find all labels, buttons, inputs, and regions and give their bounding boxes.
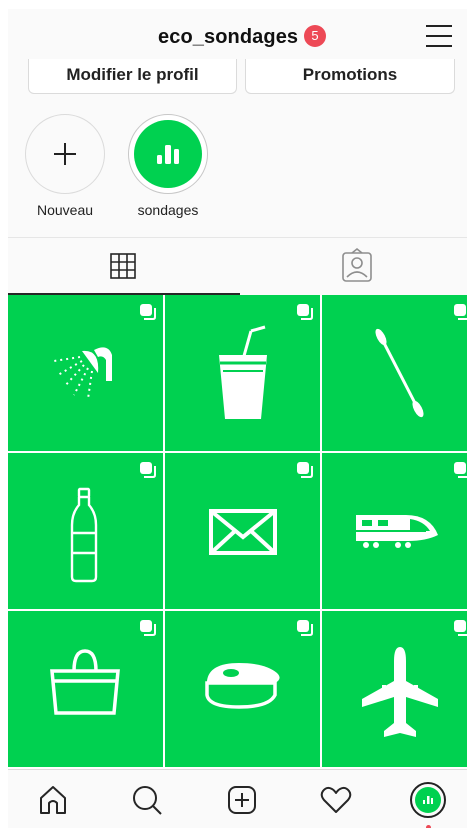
notification-badge[interactable]: 5 [304,25,326,47]
multi-post-icon [454,620,467,636]
nav-new-post[interactable] [225,783,259,817]
post-shower[interactable] [8,295,163,451]
multi-post-icon [140,462,156,478]
grid-icon [110,253,136,279]
highlight-new-circle[interactable] [25,114,105,194]
tagged-person-icon [342,247,372,282]
highlight-sondages-cover [134,120,202,188]
multi-post-icon [297,462,313,478]
heart-icon [320,786,352,813]
multi-post-icon [297,620,313,636]
post-train[interactable] [322,453,467,609]
post-airplane[interactable] [322,611,467,767]
bar-chart-icon [423,796,433,804]
hamburger-menu-icon[interactable] [426,24,452,48]
nav-search[interactable] [130,783,164,817]
search-icon [133,786,162,815]
multi-post-icon [140,304,156,320]
bar-chart-icon [157,145,179,164]
multi-post-icon [454,462,467,478]
airplane-icon [362,647,438,737]
home-icon [40,786,66,814]
tab-tagged[interactable] [238,238,467,294]
nav-profile-avatar[interactable] [410,782,446,818]
bottom-navigation [8,769,467,828]
multi-post-icon [140,620,156,636]
avatar [415,787,441,813]
post-cotton-swab[interactable] [322,295,467,451]
cotton-swab-icon [375,328,424,418]
new-post-icon [228,786,256,814]
high-speed-train-icon [356,515,438,548]
multi-post-icon [297,304,313,320]
highlight-new[interactable]: Nouveau [23,114,107,218]
post-steak[interactable] [165,611,320,767]
post-grid [8,295,467,769]
highlight-sondages[interactable]: sondages [126,114,210,218]
nav-home[interactable] [36,783,70,817]
plus-icon [54,143,76,165]
profile-header: eco_sondages 5 [8,9,467,61]
highlight-sondages-circle[interactable] [128,114,208,194]
highlight-new-label: Nouveau [36,202,94,218]
edit-profile-button[interactable]: Modifier le profil [28,59,237,94]
username[interactable]: eco_sondages [158,26,298,49]
highlight-sondages-label: sondages [137,202,199,218]
post-plastic-cup[interactable] [165,295,320,451]
multi-post-icon [454,304,467,320]
promotions-button[interactable]: Promotions [245,59,455,94]
nav-activity[interactable] [319,783,353,817]
instagram-profile-screen: eco_sondages 5 Modifier le profil Promot… [8,9,467,828]
tab-grid[interactable] [8,238,238,294]
post-envelope[interactable] [165,453,320,609]
profile-tabs [8,237,467,295]
post-bottle[interactable] [8,453,163,609]
post-shopping-bag[interactable] [8,611,163,767]
